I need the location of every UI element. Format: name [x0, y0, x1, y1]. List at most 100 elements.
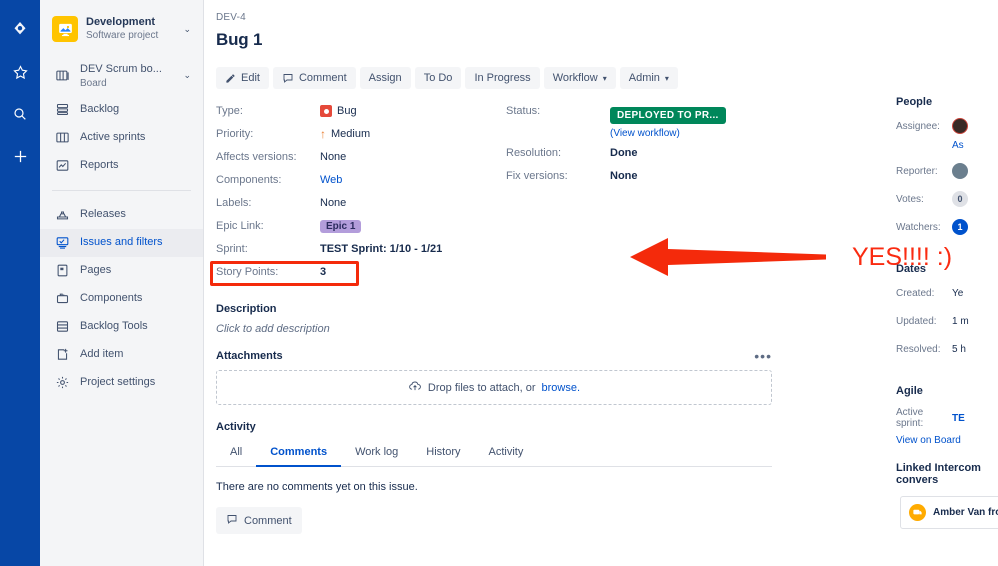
assign-to-me-link[interactable]: As: [952, 140, 998, 151]
field-label: Status:: [506, 105, 541, 117]
created-row: Created: Ye: [896, 285, 998, 301]
project-header[interactable]: Development Software project ⌄: [40, 10, 203, 48]
sidebar-item-reports[interactable]: Reports: [40, 152, 203, 180]
chevron-down-icon: ▾: [602, 73, 607, 83]
chevron-down-icon[interactable]: ⌄: [183, 24, 193, 35]
sidebar-item-backlog-tools[interactable]: Backlog Tools: [40, 313, 203, 341]
view-on-board-link[interactable]: View on Board: [896, 435, 998, 446]
issue-fields: Type: Bug Priority: ↑ Medium Affects ver…: [210, 105, 984, 289]
tab-history[interactable]: History: [412, 441, 474, 467]
tab-all[interactable]: All: [216, 441, 256, 467]
reporter-value[interactable]: [952, 163, 968, 179]
search-icon[interactable]: [8, 102, 32, 126]
page-title: Bug 1: [216, 30, 263, 49]
assignee-row: Assignee:: [896, 118, 998, 134]
attachments-header: Attachments •••: [216, 349, 772, 363]
sidebar-item-add-item[interactable]: Add item: [40, 341, 203, 369]
field-value: None: [320, 151, 347, 163]
reports-icon: [54, 158, 70, 174]
assign-label: Assign: [368, 72, 402, 84]
watchers-badge[interactable]: 1: [952, 219, 968, 235]
tab-comments[interactable]: Comments: [256, 441, 342, 467]
activity-tabs: All Comments Work log History Activity: [216, 441, 772, 467]
star-icon[interactable]: [8, 60, 32, 84]
attachment-dropzone[interactable]: Drop files to attach, or browse.: [216, 370, 772, 405]
breadcrumb[interactable]: DEV-4: [216, 12, 984, 23]
comment-icon: [226, 513, 238, 528]
jira-issue-view: Development Software project ⌄ DEV Scrum…: [0, 0, 998, 566]
dropzone-text: Drop files to attach, or: [427, 381, 536, 394]
field-label: Sprint:: [216, 243, 248, 255]
issue-toolbar: Edit Comment Assign To Do In Progress Wo…: [216, 67, 984, 89]
field-label: Story Points:: [216, 266, 279, 278]
epic-badge[interactable]: Epic 1: [320, 220, 362, 233]
people-section-title: People: [896, 96, 933, 108]
type-text: Bug: [337, 105, 357, 117]
avatar[interactable]: [952, 163, 968, 179]
field-label: Resolution:: [506, 147, 562, 159]
sidebar-item-board[interactable]: DEV Scrum bo... Board ⌄: [40, 56, 203, 95]
status-badge[interactable]: DEPLOYED TO PR...: [610, 107, 726, 124]
reporter-label: Reporter:: [896, 165, 938, 177]
add-comment-button[interactable]: Comment: [216, 507, 302, 534]
attachments-more-icon[interactable]: •••: [754, 349, 772, 363]
board-icon: [54, 68, 70, 84]
field-label: Type:: [216, 105, 243, 117]
workflow-button[interactable]: Workflow ▾: [543, 67, 616, 89]
board-columns-icon: [54, 130, 70, 146]
field-label: Epic Link:: [216, 220, 264, 232]
chevron-down-icon[interactable]: ⌄: [183, 70, 193, 82]
no-comments-message: There are no comments yet on this issue.: [216, 481, 418, 493]
sidebar-item-issues-and-filters[interactable]: Issues and filters: [40, 228, 203, 257]
tab-work-log[interactable]: Work log: [341, 441, 412, 467]
sidebar-item-project-settings[interactable]: Project settings: [40, 369, 203, 397]
workflow-label: Workflow: [552, 72, 598, 84]
field-epic-link: Epic Link: Epic 1: [216, 220, 506, 235]
edit-button[interactable]: Edit: [216, 67, 269, 89]
sidebar-item-pages[interactable]: Pages: [40, 257, 203, 285]
pencil-icon: [225, 73, 236, 84]
field-type: Type: Bug: [216, 105, 506, 120]
votes-label: Votes:: [896, 193, 924, 205]
attachments-title: Attachments: [216, 350, 283, 362]
intercom-conversation-item[interactable]: Amber Van from C: [900, 496, 998, 529]
priority-medium-icon: ↑: [320, 127, 326, 141]
sidebar-item-backlog[interactable]: Backlog: [40, 96, 203, 124]
assign-button[interactable]: Assign: [359, 67, 411, 89]
plus-icon[interactable]: [8, 144, 32, 168]
jira-logo-icon[interactable]: [8, 18, 32, 42]
active-sprint-label: Active sprint:: [896, 407, 924, 429]
field-label: Affects versions:: [216, 151, 297, 163]
avatar[interactable]: [952, 118, 968, 134]
active-sprint-value[interactable]: TE: [952, 413, 965, 424]
sidebar-item-releases[interactable]: Releases: [40, 201, 203, 229]
view-workflow-link[interactable]: (View workflow): [610, 128, 726, 139]
to-do-button[interactable]: To Do: [414, 67, 462, 89]
in-progress-button[interactable]: In Progress: [465, 67, 540, 89]
project-avatar-icon: [52, 16, 78, 43]
admin-button[interactable]: Admin ▾: [619, 67, 678, 89]
tab-activity[interactable]: Activity: [475, 441, 538, 467]
description-placeholder[interactable]: Click to add description: [216, 323, 984, 335]
sidebar-item-components[interactable]: Components: [40, 285, 203, 313]
field-label: Fix versions:: [506, 170, 568, 182]
issues-filters-icon: [54, 235, 70, 251]
upload-cloud-icon: [408, 379, 422, 396]
resolved-row: Resolved: 5 h: [896, 341, 998, 357]
browse-link[interactable]: browse.: [542, 382, 581, 394]
status-block: DEPLOYED TO PR... (View workflow): [610, 105, 726, 139]
sidebar-item-active-sprints[interactable]: Active sprints: [40, 124, 203, 152]
board-nav-group: DEV Scrum bo... Board ⌄ Backlog Active s…: [40, 56, 203, 179]
votes-row: Votes: 0: [896, 191, 998, 207]
components-icon: [54, 291, 70, 307]
assignee-value[interactable]: [952, 118, 968, 134]
project-sidebar: Development Software project ⌄ DEV Scrum…: [40, 0, 204, 566]
comment-toolbar-button[interactable]: Comment: [272, 67, 356, 89]
reporter-row: Reporter:: [896, 163, 998, 179]
field-affects-versions: Affects versions: None: [216, 151, 506, 166]
votes-badge: 0: [952, 191, 968, 207]
created-label: Created:: [896, 287, 935, 299]
comment-label: Comment: [298, 72, 347, 84]
component-link[interactable]: Web: [320, 174, 342, 186]
watchers-value[interactable]: 1: [952, 219, 968, 235]
